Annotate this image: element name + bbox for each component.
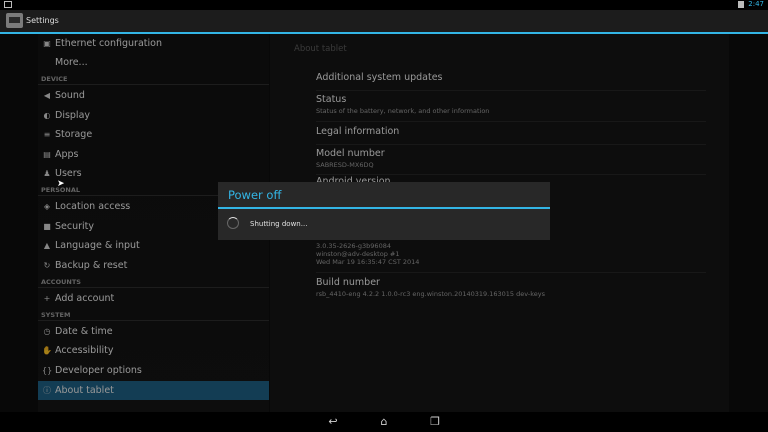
battery-icon: [738, 0, 745, 8]
back-icon[interactable]: ↩: [323, 416, 343, 428]
settings-app-icon[interactable]: [6, 13, 23, 28]
status-bar: 2:47: [0, 0, 768, 10]
action-bar-title: Settings: [26, 16, 59, 25]
mouse-cursor-icon: ➤: [57, 179, 65, 189]
power-off-dialog: Power off Shutting down...: [218, 182, 550, 240]
navigation-bar: ↩ ⌂ ❐: [0, 412, 768, 432]
notification-icon: [4, 1, 12, 8]
status-right: 2:47: [738, 0, 764, 8]
recents-icon[interactable]: ❐: [425, 416, 445, 428]
dialog-title-divider: [218, 207, 550, 209]
dialog-title: Power off: [228, 188, 282, 202]
status-time: 2:47: [748, 0, 764, 8]
action-bar: Settings: [0, 10, 768, 34]
dialog-message: Shutting down...: [250, 220, 308, 228]
progress-spinner-icon: [227, 217, 239, 229]
home-icon[interactable]: ⌂: [374, 416, 394, 428]
